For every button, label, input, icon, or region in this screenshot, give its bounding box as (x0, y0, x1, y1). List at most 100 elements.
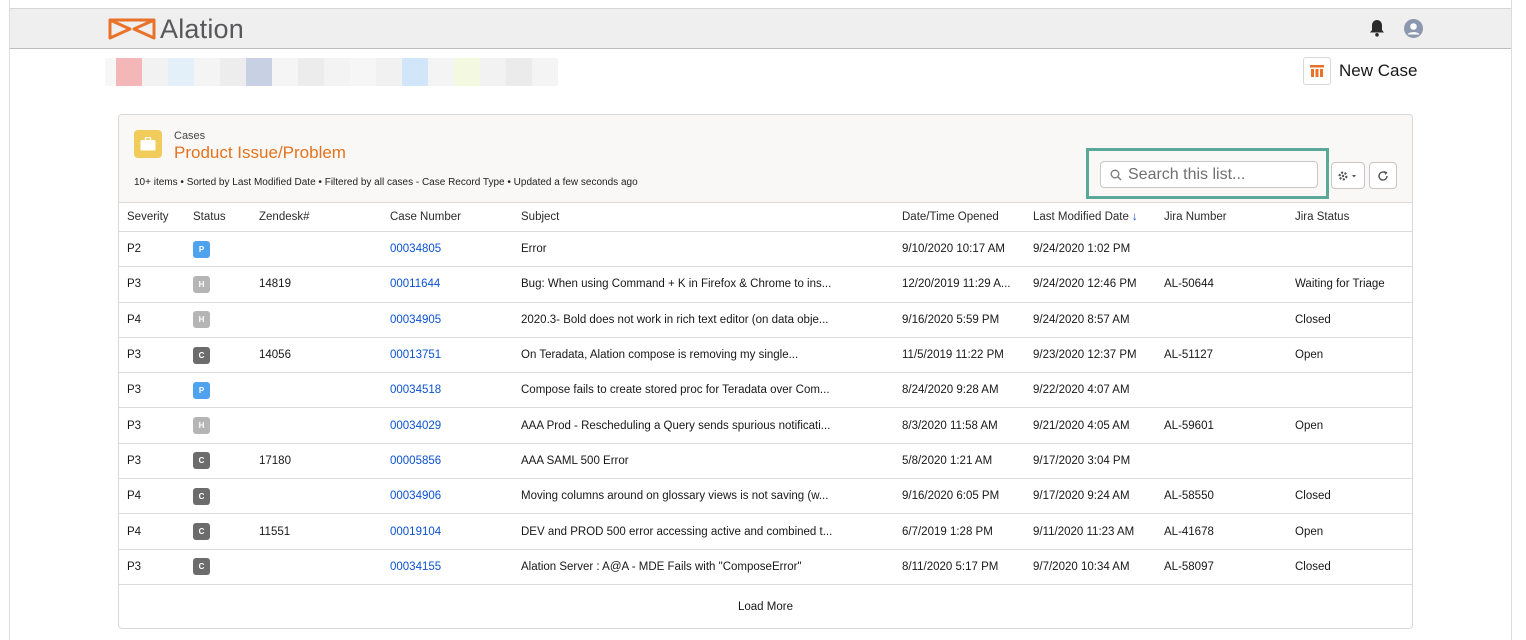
cell-jira-status: Closed (1295, 560, 1331, 573)
case-number-cell: 00013751 (382, 337, 513, 374)
case-number-link[interactable]: 00034905 (390, 314, 441, 326)
cell-jira-number: AL-50644 (1164, 278, 1214, 291)
column-header-date-opened[interactable]: Date/Time Opened (894, 202, 1025, 232)
refresh-button[interactable] (1369, 162, 1397, 189)
cell-jira-number: AL-41678 (1164, 525, 1214, 538)
table-row: P3 C 14056 00013751 On Teradata, Alation com… (119, 337, 1412, 374)
case-number-link[interactable]: 00013751 (390, 349, 441, 361)
column-header-subject[interactable]: Subject (513, 202, 894, 232)
list-view-title[interactable]: Product Issue/Problem (174, 143, 346, 163)
cell-date-opened-cell: 8/11/2020 5:17 PM (894, 549, 1025, 585)
case-number-link[interactable]: 00034155 (390, 561, 441, 573)
cell-status-cell: H (185, 302, 251, 338)
cell-subject-cell: DEV and PROD 500 error accessing active … (513, 513, 894, 550)
new-case-label: New Case (1339, 61, 1418, 80)
cell-date-opened: 9/10/2020 10:17 AM (902, 243, 1005, 256)
cell-subject: Error (521, 243, 547, 256)
cell-last-modified-cell: 9/11/2020 11:23 AM (1025, 513, 1156, 550)
column-header-jira-status[interactable]: Jira Status (1287, 202, 1412, 232)
cell-date-opened-cell: 11/5/2019 11:22 PM (894, 337, 1025, 374)
cell-jira-status-cell: Open (1287, 407, 1412, 444)
cell-severity: P3 (127, 349, 142, 362)
case-number-link[interactable]: 00011644 (390, 278, 440, 290)
cell-jira-status: Closed (1295, 313, 1331, 326)
cell-status-cell: H (185, 407, 251, 444)
cell-date-opened: 9/16/2020 5:59 PM (902, 313, 1000, 326)
column-header-severity[interactable]: Severity (119, 202, 185, 232)
cell-last-modified: 9/24/2020 1:02 PM (1033, 243, 1131, 256)
cell-date-opened: 8/24/2020 9:28 AM (902, 384, 999, 397)
cell-last-modified-cell: 9/21/2020 4:05 AM (1025, 407, 1156, 444)
case-number-link[interactable]: 00034906 (390, 490, 441, 502)
cell-jira-number: AL-51127 (1164, 349, 1214, 362)
cell-date-opened: 9/16/2020 6:05 PM (902, 490, 1000, 503)
bell-icon[interactable] (1369, 19, 1385, 42)
column-header-jira-number[interactable]: Jira Number (1156, 202, 1287, 232)
case-number-cell: 00034518 (382, 372, 513, 409)
cell-date-opened-cell: 9/16/2020 6:05 PM (894, 478, 1025, 515)
cell-jira-number: AL-59601 (1164, 419, 1214, 432)
object-type-label: Cases (174, 130, 206, 142)
cell-severity: P3 (127, 560, 142, 573)
cell-zendesk-cell: 14056 (251, 337, 382, 374)
case-number-link[interactable]: 00034029 (390, 420, 441, 432)
case-number-link[interactable]: 00005856 (390, 455, 441, 467)
cell-zendesk-cell: 17180 (251, 443, 382, 480)
table-row: P4 C 11551 00019104 DEV and PROD 500 error a… (119, 513, 1412, 550)
table-row: P4 H 00034905 2020.3- Bold does not work in… (119, 302, 1412, 338)
cell-subject: DEV and PROD 500 error accessing active … (521, 525, 833, 538)
cell-status-cell: C (185, 549, 251, 585)
app-frame: Alation New Case Cases Product Issue/Pro… (9, 0, 1512, 640)
cell-severity: P4 (127, 313, 142, 326)
search-box[interactable] (1100, 161, 1318, 188)
cell-status-cell: P (185, 231, 251, 268)
sort-desc-arrow-icon: ↓ (1131, 210, 1138, 223)
case-number-link[interactable]: 00034805 (390, 243, 441, 255)
status-badge: H (193, 275, 210, 293)
column-header-zendesk[interactable]: Zendesk# (251, 202, 382, 232)
cell-status-cell: H (185, 266, 251, 303)
cell-jira-number-cell (1156, 372, 1287, 409)
cell-jira-number-cell: AL-59601 (1156, 407, 1287, 444)
cell-jira-status-cell: Waiting for Triage (1287, 266, 1412, 303)
cell-subject-cell: AAA Prod - Rescheduling a Query sends sp… (513, 407, 894, 444)
cell-last-modified-cell: 9/17/2020 9:24 AM (1025, 478, 1156, 515)
cell-jira-status: Open (1295, 419, 1324, 432)
cell-jira-number-cell: AL-50644 (1156, 266, 1287, 303)
cell-zendesk-cell (251, 372, 382, 409)
column-header-status[interactable]: Status (185, 202, 251, 232)
alation-logo-icon (108, 18, 156, 40)
cell-severity: P3 (127, 384, 142, 397)
column-header-case-number[interactable]: Case Number (382, 202, 513, 232)
cell-subject-cell: 2020.3- Bold does not work in rich text … (513, 302, 894, 338)
table-row: P2 P 00034805 Error 9/10/2020 10:17 AM 9/24/2… (119, 231, 1412, 268)
status-badge: C (193, 523, 210, 541)
user-avatar-icon[interactable] (1404, 19, 1423, 43)
cell-jira-status: Open (1295, 349, 1324, 362)
cell-jira-status-cell: Closed (1287, 478, 1412, 515)
table-row: P3 C 00034155 Alation Server : A@A - MDE Fa… (119, 549, 1412, 585)
cell-jira-number-cell: AL-58550 (1156, 478, 1287, 515)
cell-subject-cell: On Teradata, Alation compose is removing… (513, 337, 894, 374)
cell-severity-cell: P4 (119, 302, 185, 338)
cell-severity-cell: P3 (119, 443, 185, 480)
load-more-button[interactable]: Load More (119, 586, 1412, 627)
case-number-cell: 00034805 (382, 231, 513, 268)
list-settings-button[interactable] (1331, 162, 1365, 189)
column-header-last-modified[interactable]: Last Modified Date ↓ (1025, 202, 1156, 232)
cell-subject: AAA Prod - Rescheduling a Query sends sp… (521, 419, 831, 432)
case-number-link[interactable]: 00019104 (390, 526, 441, 538)
cell-subject-cell: Compose fails to create stored proc for … (513, 372, 894, 409)
cell-severity-cell: P2 (119, 231, 185, 268)
new-case-button[interactable]: New Case (1303, 57, 1417, 85)
cell-subject: Alation Server : A@A - MDE Fails with "C… (521, 560, 802, 573)
case-number-link[interactable]: 00034518 (390, 384, 441, 396)
search-input[interactable] (1128, 165, 1308, 184)
cell-jira-status-cell (1287, 372, 1412, 409)
cell-last-modified-cell: 9/24/2020 8:57 AM (1025, 302, 1156, 338)
cell-date-opened-cell: 5/8/2020 1:21 AM (894, 443, 1025, 480)
alation-logo[interactable]: Alation (108, 14, 244, 44)
cell-jira-status-cell (1287, 443, 1412, 480)
cell-severity: P3 (127, 419, 142, 432)
cell-zendesk: 14819 (259, 278, 291, 291)
